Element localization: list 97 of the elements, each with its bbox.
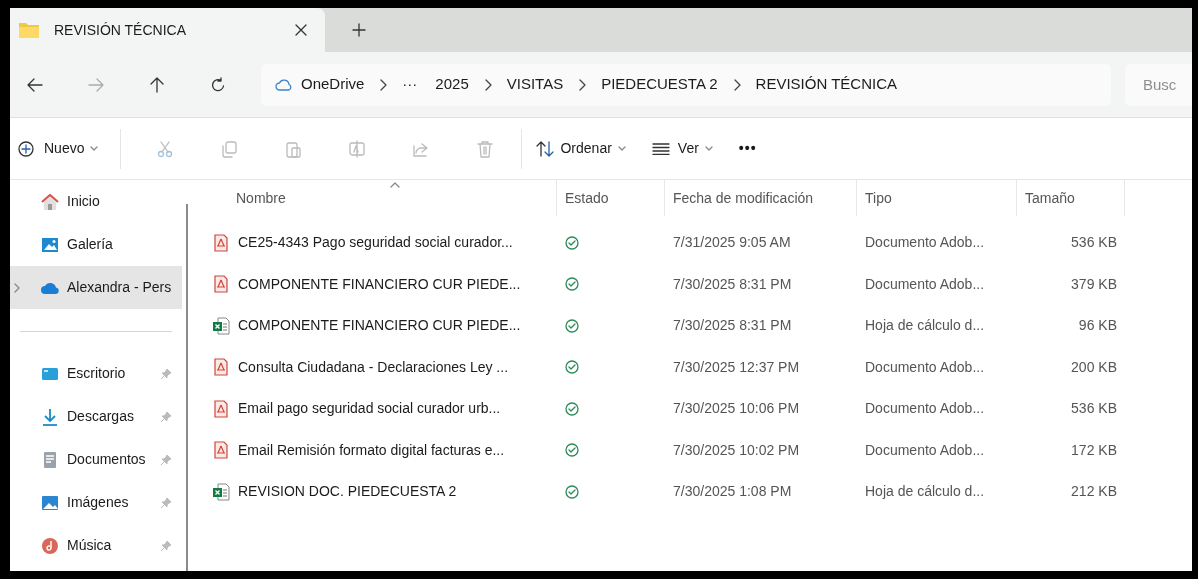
chevron-down-icon bbox=[704, 145, 713, 152]
size-cell-text: 212 KB bbox=[1070, 482, 1117, 502]
paste-icon bbox=[284, 139, 303, 158]
search-field[interactable]: Busc bbox=[1125, 63, 1192, 106]
file-name: CE25-4343 Pago seguridad social curador... bbox=[238, 233, 513, 253]
check-circle-icon bbox=[565, 318, 579, 333]
file-name: Email Remisión formato digital facturas e... bbox=[238, 440, 505, 460]
more-button[interactable]: ••• bbox=[738, 138, 757, 159]
breadcrumb-item[interactable]: PIEDECUESTA 2 bbox=[601, 73, 718, 96]
type-cell-text: Documento Adob... bbox=[864, 274, 986, 294]
column-header[interactable]: Estado bbox=[557, 180, 665, 216]
view-button[interactable]: Ver bbox=[651, 131, 713, 166]
downloads-icon bbox=[40, 406, 60, 427]
column-header[interactable]: Tipo bbox=[857, 180, 1017, 216]
column-header[interactable]: Fecha de modificación bbox=[665, 180, 857, 216]
file-name: COMPONENTE FINANCIERO CUR PIEDE... bbox=[238, 316, 521, 336]
cut-icon bbox=[156, 139, 175, 158]
pdf-file-icon bbox=[212, 358, 230, 377]
plus-icon bbox=[352, 23, 366, 37]
plus-circle-icon bbox=[18, 140, 34, 157]
copy-icon bbox=[220, 139, 239, 158]
tab[interactable]: REVISIÓN TÉCNICA bbox=[10, 8, 325, 52]
file-row[interactable]: REVISION DOC. PIEDECUESTA 2 7/30/2025 1:08 PM Hoja de cálculo d... 212 KB bbox=[212, 471, 1192, 513]
file-name: Email pago seguridad social curador urb... bbox=[238, 399, 501, 419]
file-row[interactable]: COMPONENTE FINANCIERO CUR PIEDE... 7/30/2025 8:31 PM Documento Adob... 379 KB bbox=[212, 263, 1192, 305]
chevron-right-icon[interactable] bbox=[14, 282, 20, 293]
check-circle-icon bbox=[565, 484, 579, 499]
date-cell-text: 7/31/2025 9:05 AM bbox=[672, 233, 792, 253]
up-arrow-icon bbox=[149, 76, 165, 93]
file-row[interactable]: CE25-4343 Pago seguridad social curador... 7/31/2025 9:05 AM Documento Adob... 536 KB bbox=[212, 222, 1192, 264]
spreadsheet-file-icon bbox=[212, 482, 230, 501]
sidebar-item[interactable]: Alexandra - Pers bbox=[10, 266, 182, 309]
check-circle-icon bbox=[565, 235, 579, 250]
date-cell-text: 7/30/2025 8:31 PM bbox=[672, 316, 793, 336]
column-header[interactable]: Tamaño bbox=[1017, 180, 1125, 216]
check-circle-icon bbox=[565, 443, 579, 458]
file-row[interactable]: COMPONENTE FINANCIERO CUR PIEDE... 7/30/2025 8:31 PM Hoja de cálculo d... 96 KB bbox=[212, 305, 1192, 347]
check-circle-icon bbox=[565, 401, 579, 416]
breadcrumb-item[interactable]: REVISIÓN TÉCNICA bbox=[755, 73, 897, 96]
rename-icon bbox=[348, 139, 367, 158]
home-icon bbox=[40, 191, 60, 212]
breadcrumb-item[interactable]: 2025 bbox=[435, 73, 469, 96]
file-name: REVISION DOC. PIEDECUESTA 2 bbox=[238, 482, 457, 502]
size-cell-text: 379 KB bbox=[1070, 274, 1117, 294]
chevron-right-icon bbox=[578, 78, 587, 91]
pdf-file-icon bbox=[212, 441, 230, 460]
chevron-down-icon bbox=[90, 145, 99, 152]
chevron-right-icon bbox=[379, 78, 388, 91]
type-cell-text: Hoja de cálculo d... bbox=[864, 316, 986, 336]
sort-button[interactable]: Ordenar bbox=[536, 131, 626, 166]
date-cell-text: 7/30/2025 10:02 PM bbox=[672, 440, 801, 460]
refresh-icon bbox=[210, 76, 226, 93]
column-header[interactable]: Nombre bbox=[192, 180, 557, 216]
back-icon bbox=[27, 76, 43, 93]
pdf-file-icon bbox=[212, 399, 230, 418]
sort-ascending-icon bbox=[390, 182, 400, 188]
file-row[interactable]: Email Remisión formato digital facturas e... 7/30/2025 10:02 PM Documento Adob... 172 KB bbox=[212, 429, 1192, 471]
pdf-file-icon bbox=[212, 275, 230, 294]
spreadsheet-file-icon bbox=[212, 316, 230, 335]
size-cell-text: 172 KB bbox=[1070, 440, 1117, 460]
chevron-down-icon bbox=[617, 145, 626, 152]
trash-icon bbox=[476, 139, 495, 158]
date-cell-text: 7/30/2025 1:08 PM bbox=[672, 482, 793, 502]
size-cell-text: 536 KB bbox=[1070, 233, 1117, 253]
type-cell-text: Documento Adob... bbox=[864, 399, 986, 419]
file-row[interactable]: Email pago seguridad social curador urb... 7/30/2025 10:06 PM Documento Adob... 536 KB bbox=[212, 388, 1192, 430]
date-cell-text: 7/30/2025 12:37 PM bbox=[672, 357, 801, 377]
size-cell-text: 200 KB bbox=[1070, 357, 1117, 377]
forward-icon bbox=[88, 76, 104, 93]
address-bar[interactable]: OneDrive ··· 2025 VISITAS PIEDECUESTA 2 REVISIÓN TÉCNICA bbox=[261, 63, 1111, 106]
file-name: COMPONENTE FINANCIERO CUR PIEDE... bbox=[238, 274, 521, 294]
breadcrumb-item[interactable]: ··· bbox=[402, 73, 418, 96]
lines-icon bbox=[651, 142, 670, 155]
size-cell-text: 96 KB bbox=[1077, 316, 1117, 336]
tab-title: REVISIÓN TÉCNICA bbox=[54, 20, 187, 40]
new-button[interactable]: Nuevo bbox=[18, 131, 109, 166]
type-cell-text: Hoja de cálculo d... bbox=[864, 482, 986, 502]
type-cell-text: Documento Adob... bbox=[864, 357, 986, 377]
close-icon[interactable] bbox=[295, 24, 307, 36]
pdf-file-icon bbox=[212, 233, 230, 252]
cloud-icon bbox=[275, 78, 293, 91]
size-cell-text: 536 KB bbox=[1070, 399, 1117, 419]
folder-icon bbox=[18, 21, 40, 39]
date-cell-text: 7/30/2025 10:06 PM bbox=[672, 399, 801, 419]
breadcrumb-item[interactable]: VISITAS bbox=[506, 73, 564, 96]
check-circle-icon bbox=[565, 360, 579, 375]
breadcrumb-item[interactable]: OneDrive bbox=[301, 73, 365, 96]
music-icon bbox=[40, 535, 60, 556]
check-circle-icon bbox=[565, 277, 579, 292]
date-cell-text: 7/30/2025 8:31 PM bbox=[672, 274, 793, 294]
sort-icon bbox=[536, 140, 555, 157]
type-cell-text: Documento Adob... bbox=[864, 440, 986, 460]
file-row[interactable]: Consulta Ciudadana - Declaraciones Ley ... 7/30/2025 12:37 PM Documento Adob... 200 KB bbox=[212, 346, 1192, 388]
chevron-right-icon bbox=[732, 78, 741, 91]
chevron-right-icon bbox=[483, 78, 492, 91]
file-name: Consulta Ciudadana - Declaraciones Ley ... bbox=[238, 357, 509, 377]
type-cell-text: Documento Adob... bbox=[864, 233, 986, 253]
